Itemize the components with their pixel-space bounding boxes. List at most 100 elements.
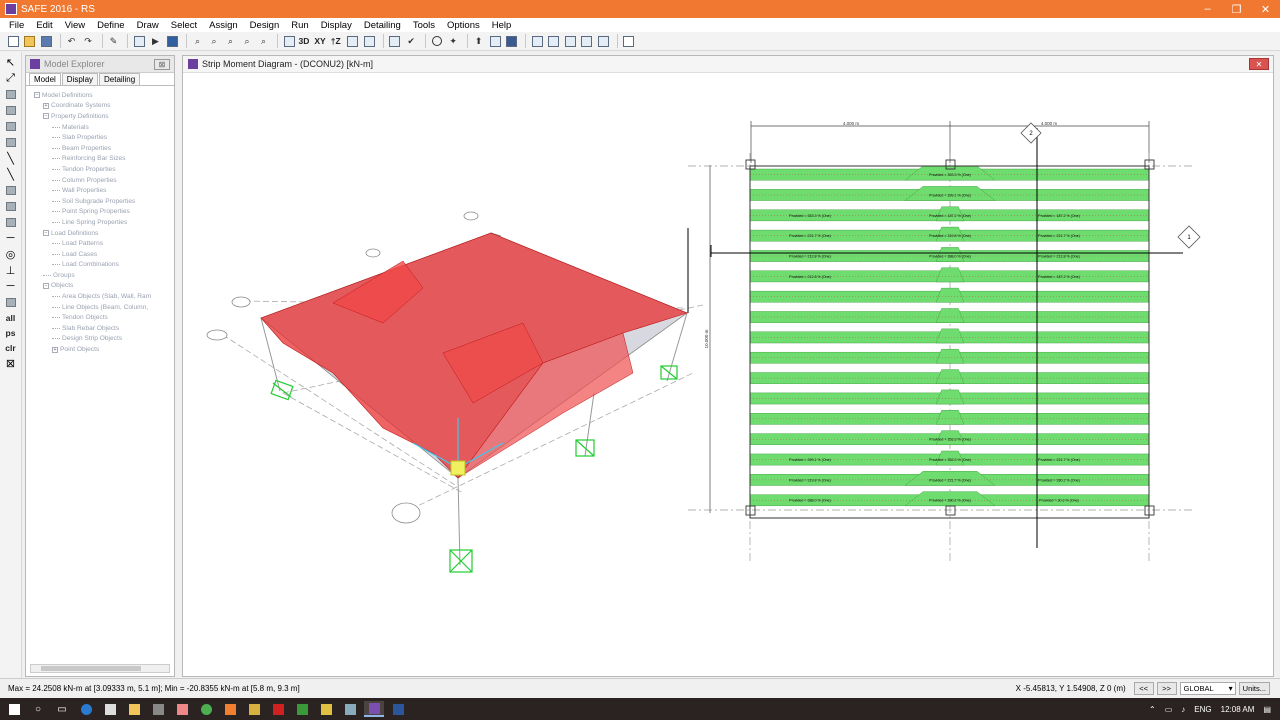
tree-item[interactable]: Load Combinations [34,260,174,271]
tree-item[interactable]: Soil Subgrade Properties [34,196,174,207]
pencil-icon[interactable]: ✎ [107,34,121,48]
run-analysis-icon[interactable]: ▶ [149,34,163,48]
next-button[interactable]: >> [1156,682,1177,695]
menu-draw[interactable]: Draw [137,20,159,31]
zoom-in-icon[interactable]: ⌕ [224,34,238,48]
menu-design[interactable]: Design [250,20,280,31]
show-strip-forces-icon[interactable] [505,34,519,48]
zoom-out-icon[interactable]: ⌕ [240,34,254,48]
show-slab-forces-icon[interactable] [488,34,502,48]
close-button[interactable]: ✕ [1251,0,1280,18]
tray-network-icon[interactable]: ▭ [1165,705,1173,714]
tree-item[interactable]: Point Spring Properties [34,207,174,218]
clear-selection-button[interactable]: clr [0,343,21,353]
tree-item[interactable]: Line Objects (Beam, Column, [34,302,174,313]
notification-icon[interactable]: ▤ [1263,705,1271,714]
collapse-icon[interactable]: − [34,92,40,99]
paint-icon[interactable] [172,701,192,717]
calculator-icon[interactable] [148,701,168,717]
draw-tendon-icon[interactable] [4,216,18,228]
collapse-icon[interactable]: − [43,282,49,289]
tree-item[interactable]: + Coordinate Systems [34,101,174,112]
tree-item[interactable]: − Model Definitions [34,90,174,101]
redo-icon[interactable]: ↷ [81,34,95,48]
check-icon[interactable]: ✔ [404,34,418,48]
menu-help[interactable]: Help [492,20,512,31]
units-button[interactable]: Units... [1238,682,1270,695]
draw-wall-icon[interactable] [4,120,18,132]
menu-run[interactable]: Run [291,20,308,31]
draw-opening-icon[interactable] [4,136,18,148]
set-display-icon[interactable] [362,34,376,48]
tree-item[interactable]: Materials [34,122,174,133]
show-crack-icon[interactable] [580,34,594,48]
snap-grid-icon[interactable]: ⊥ [4,264,18,277]
lock-icon[interactable] [132,34,146,48]
new-file-icon[interactable] [6,34,20,48]
tree-item[interactable]: Groups [34,270,174,281]
menu-view[interactable]: View [65,20,85,31]
tree-item[interactable]: Slab Rebar Objects [34,323,174,334]
select-all-button[interactable]: all [0,313,21,323]
tree-item[interactable]: Column Properties [34,175,174,186]
app-icon-yellow[interactable] [316,701,336,717]
menu-define[interactable]: Define [97,20,124,31]
draw-column-icon[interactable] [4,184,18,196]
tab-detailing[interactable]: Detailing [99,73,141,85]
menu-display[interactable]: Display [321,20,352,31]
explorer-horizontal-scrollbar[interactable] [30,664,170,673]
tray-volume-icon[interactable]: ♪ [1181,705,1185,714]
snap-line-icon[interactable]: ─ [4,280,18,292]
tree-item[interactable]: Load Cases [34,249,174,260]
collapse-icon[interactable]: − [43,230,49,237]
tree-item[interactable]: + Point Objects [34,344,174,355]
menu-file[interactable]: File [9,20,24,31]
zoom-previous-icon[interactable]: ⌕ [207,34,221,48]
tree-item[interactable]: Beam Properties [34,143,174,154]
draw-line-icon[interactable]: ╲ [4,168,18,181]
tree-item[interactable]: Load Patterns [34,238,174,249]
tray-up-arrow-icon[interactable]: ⌃ [1149,705,1156,714]
tree-item[interactable]: − Load Definitions [34,228,174,239]
run-design-icon[interactable] [165,34,179,48]
tree-item[interactable]: Slab Properties [34,132,174,143]
pointer-icon[interactable]: ↖ [4,56,18,69]
show-loads-icon[interactable]: ✦ [446,34,460,48]
store-icon[interactable] [100,701,120,717]
word-icon[interactable] [388,701,408,717]
app-icon-green[interactable] [292,701,312,717]
show-deformed-icon[interactable] [430,34,444,48]
reshape-icon[interactable]: ⤢ [4,72,18,84]
detailing-icon[interactable] [622,34,636,48]
menu-detailing[interactable]: Detailing [364,20,401,31]
zoom-extents-icon[interactable]: ⌕ [257,34,271,48]
show-design-icon[interactable] [547,34,561,48]
tree-item[interactable]: Wall Properties [34,185,174,196]
safe-taskbar-icon[interactable] [364,701,384,717]
show-beam-forces-icon[interactable] [530,34,544,48]
minimize-button[interactable]: – [1193,0,1222,18]
intersecting-line-icon[interactable]: ⊠ [4,357,18,370]
snap-point-icon[interactable] [4,296,18,308]
tree-item[interactable]: Line Spring Properties [34,217,174,228]
draw-beam-icon[interactable]: ╲ [4,152,18,165]
app-icon-folder[interactable] [244,701,264,717]
menu-select[interactable]: Select [171,20,197,31]
draw-slab-icon[interactable] [4,88,18,100]
tab-display[interactable]: Display [61,73,99,85]
draw-strip-icon[interactable] [4,200,18,212]
tab-model[interactable]: Model [29,73,61,85]
task-view-icon[interactable]: ▭ [52,701,72,717]
save-icon[interactable] [39,34,53,48]
coordinate-system-select[interactable]: GLOBAL [1179,682,1236,695]
tree-item[interactable]: Design Strip Objects [34,334,174,345]
windows-start-icon[interactable] [4,701,24,717]
menu-tools[interactable]: Tools [413,20,435,31]
tray-clock[interactable]: 12:08 AM [1221,705,1255,714]
view-close-button[interactable]: ✕ [1249,58,1269,70]
expand-icon[interactable]: + [43,102,49,109]
draw-rect-icon[interactable] [4,104,18,116]
select-options-icon[interactable] [388,34,402,48]
previous-button[interactable]: << [1133,682,1154,695]
perspective-icon[interactable] [346,34,360,48]
